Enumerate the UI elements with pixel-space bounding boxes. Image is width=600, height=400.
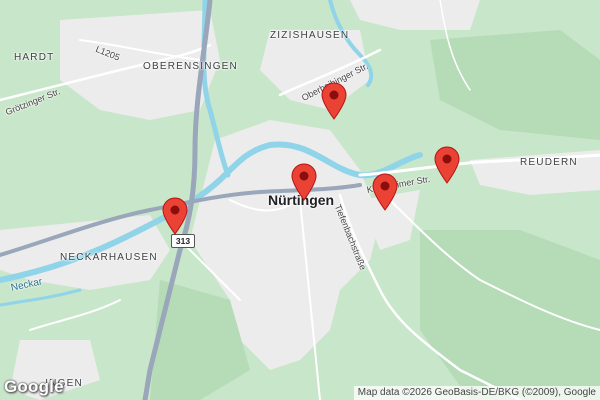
map-pin-icon — [372, 173, 398, 211]
map-pin-icon — [321, 82, 347, 120]
map-attribution[interactable]: Map data ©2026 GeoBasis-DE/BKG (©2009), … — [353, 386, 600, 400]
place-label-hardt: HARDT — [14, 52, 55, 63]
map-pin-icon — [162, 197, 188, 235]
map-marker-1[interactable] — [321, 82, 347, 120]
map-marker-5[interactable] — [162, 197, 188, 235]
map-view[interactable]: HARDT ZIZISHAUSEN OBERENSINGEN NECKARHAU… — [0, 0, 600, 400]
map-marker-2[interactable] — [291, 163, 317, 201]
map-marker-4[interactable] — [434, 146, 460, 184]
place-label-zizishausen: ZIZISHAUSEN — [270, 30, 350, 41]
map-marker-3[interactable] — [372, 173, 398, 211]
map-pin-icon — [291, 163, 317, 201]
place-label-neckarhausen: NECKARHAUSEN — [60, 252, 158, 263]
road-shield-313: 313 — [171, 234, 195, 248]
google-logo[interactable]: Google — [4, 377, 64, 397]
place-label-reudern: REUDERN — [520, 157, 578, 168]
place-label-oberensingen: OBERENSINGEN — [143, 61, 238, 72]
map-pin-icon — [434, 146, 460, 184]
